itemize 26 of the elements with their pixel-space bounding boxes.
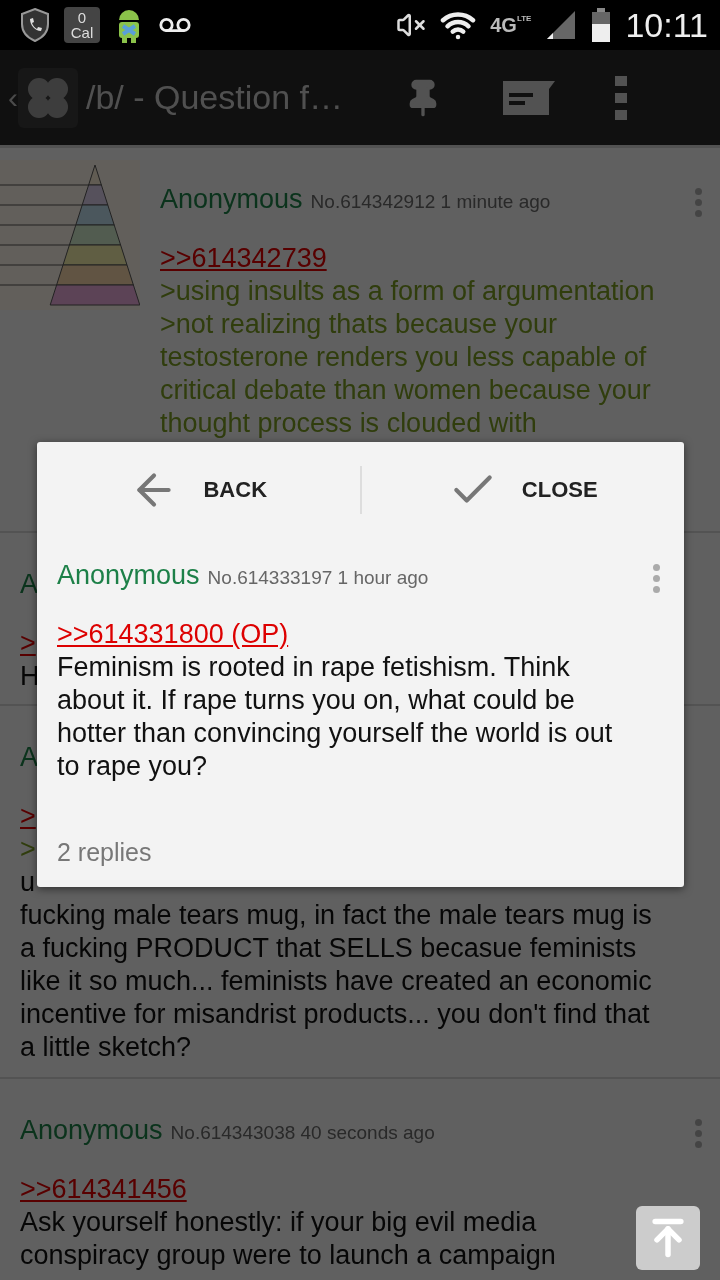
close-button[interactable]: CLOSE <box>361 442 684 538</box>
post-text: Feminism is rooted in rape fetishism. Think about it. If rape turns you on, what could be hotter than convincing yourself the world is out to rape you? <box>57 651 613 783</box>
post-text: Ask yourself honestly: if your big evil media conspiracy group were to launch a campaign <box>20 1206 556 1272</box>
quote-link[interactable]: >>614341456 <box>20 1173 187 1206</box>
clock: 10:11 <box>625 5 708 45</box>
post-text: H <box>20 660 40 693</box>
thread-title: /b/ - Question f… <box>86 78 343 117</box>
poster-name: A <box>20 742 38 773</box>
back-button[interactable]: BACK <box>37 442 360 538</box>
greentext-line: >using insults as a form of argumentation <box>160 275 655 308</box>
poster-name: A <box>20 569 38 600</box>
quote-link[interactable]: > <box>20 627 36 660</box>
replies-count[interactable]: 2 replies <box>57 838 664 867</box>
poster-name: Anonymous <box>20 1115 163 1146</box>
quote-link[interactable]: > <box>20 800 36 833</box>
post-text: fucking male tears mug, in fact the male tears mug is a fucking PRODUCT that SELLS becasue feminists like it so much... feminists have created an economic incentive for misandrist products... you don't find that a little sketch? <box>20 899 652 1064</box>
poster-name: Anonymous <box>57 560 200 591</box>
greentext-line: > <box>20 833 36 866</box>
calendar-icon: 0 Cal <box>64 7 100 43</box>
quote-link[interactable]: >>614331800 (OP) <box>57 618 289 651</box>
back-caret[interactable]: ‹ <box>8 80 18 115</box>
poster-name: Anonymous <box>160 184 303 215</box>
post-text: u <box>20 866 36 899</box>
quote-link[interactable]: >>614342739 <box>160 242 327 275</box>
post-meta: No.614333197 1 hour ago <box>207 567 429 589</box>
greentext-line: >not realizing thats because your testosterone renders you less capable of critical debate than women because your thought process is clouded with <box>160 308 651 440</box>
